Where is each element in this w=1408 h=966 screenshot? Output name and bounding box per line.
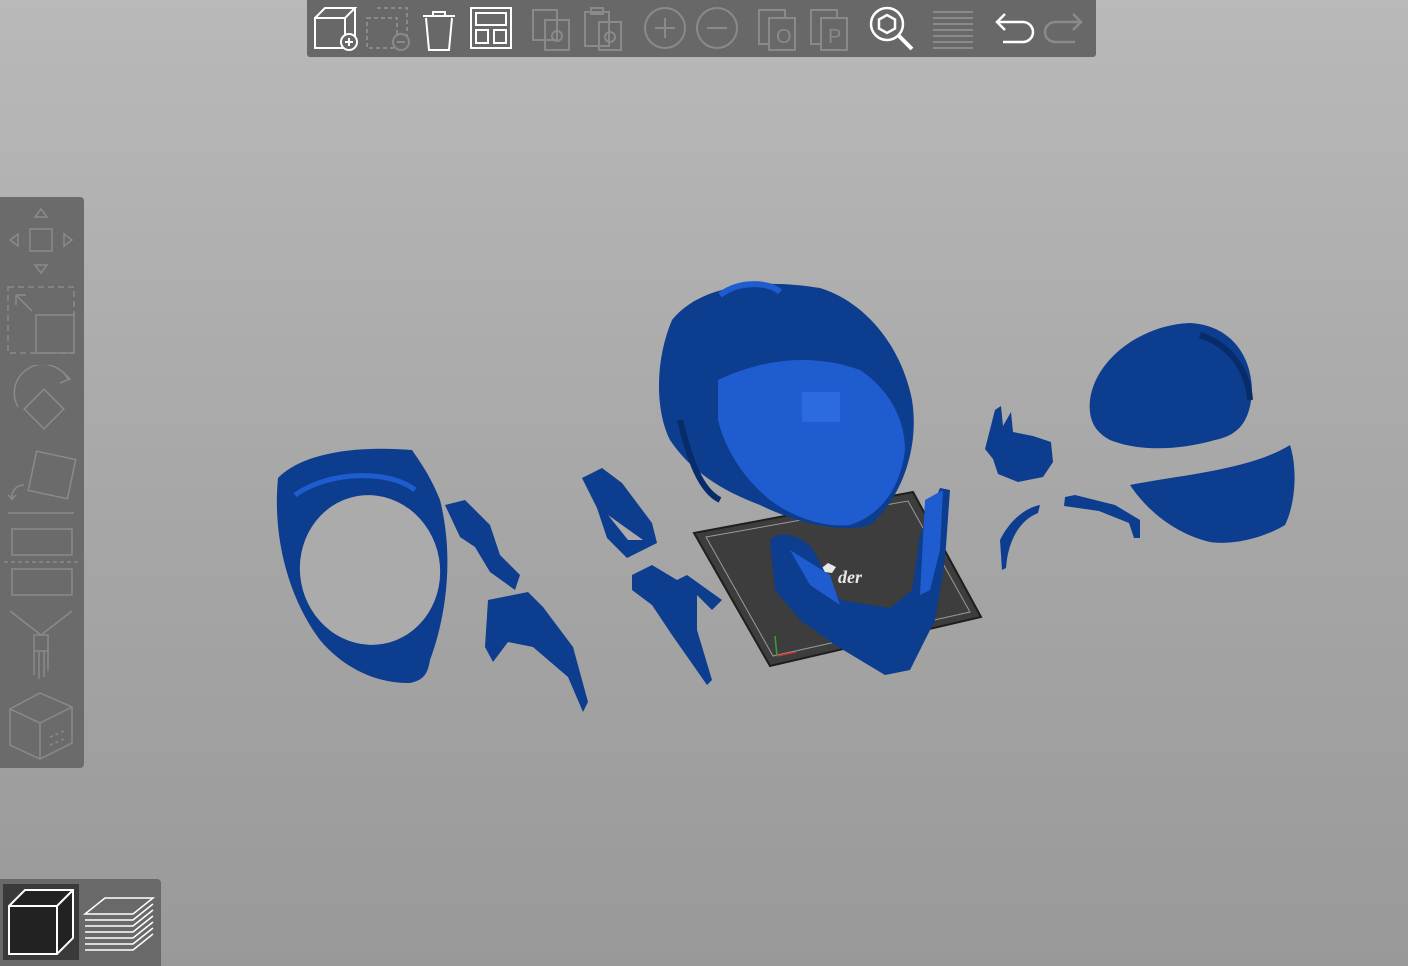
svg-text:O: O [776,26,792,48]
zoom-in-icon[interactable] [641,4,689,52]
view-mode-bar [0,879,161,966]
svg-text:P: P [828,26,841,48]
model-ring[interactable] [276,448,452,684]
split-icon[interactable] [4,523,78,599]
model-strip-right[interactable] [1064,495,1140,538]
remove-model-icon[interactable] [363,4,411,52]
paste-icon[interactable] [581,4,629,52]
move-icon[interactable] [4,205,78,277]
main-toolbar: O P [307,0,1096,57]
search-model-icon[interactable] [867,4,915,52]
tool-sidebar [0,197,84,768]
undo-icon[interactable] [989,4,1037,52]
plate-logo: der [838,567,863,587]
delete-icon[interactable] [415,4,463,52]
layers-icon[interactable] [929,4,977,52]
model-helmet[interactable] [658,281,914,529]
model-visor-lower[interactable] [1130,445,1295,543]
support-brush-icon[interactable] [4,605,78,681]
model-claw-right[interactable] [582,468,722,685]
view-cube-icon[interactable] [4,687,78,761]
model-claw-left[interactable] [445,500,588,712]
redo-icon[interactable] [1041,4,1089,52]
lay-flat-icon[interactable] [4,445,78,517]
scale-icon[interactable] [4,283,78,359]
model-bracket[interactable] [985,406,1053,482]
cut-p-icon[interactable]: P [807,4,855,52]
zoom-out-icon[interactable] [693,4,741,52]
viewport-3d[interactable]: der [0,0,1408,966]
rotate-icon[interactable] [4,365,78,437]
auto-arrange-icon[interactable] [467,4,515,52]
layer-view-icon[interactable] [81,884,157,960]
cut-o-icon[interactable]: O [755,4,803,52]
copy-icon[interactable] [529,4,577,52]
model-visor-top[interactable] [1089,323,1253,449]
add-model-icon[interactable] [311,4,359,52]
model-strip-left[interactable] [1000,505,1040,570]
solid-view-icon[interactable] [3,884,79,960]
